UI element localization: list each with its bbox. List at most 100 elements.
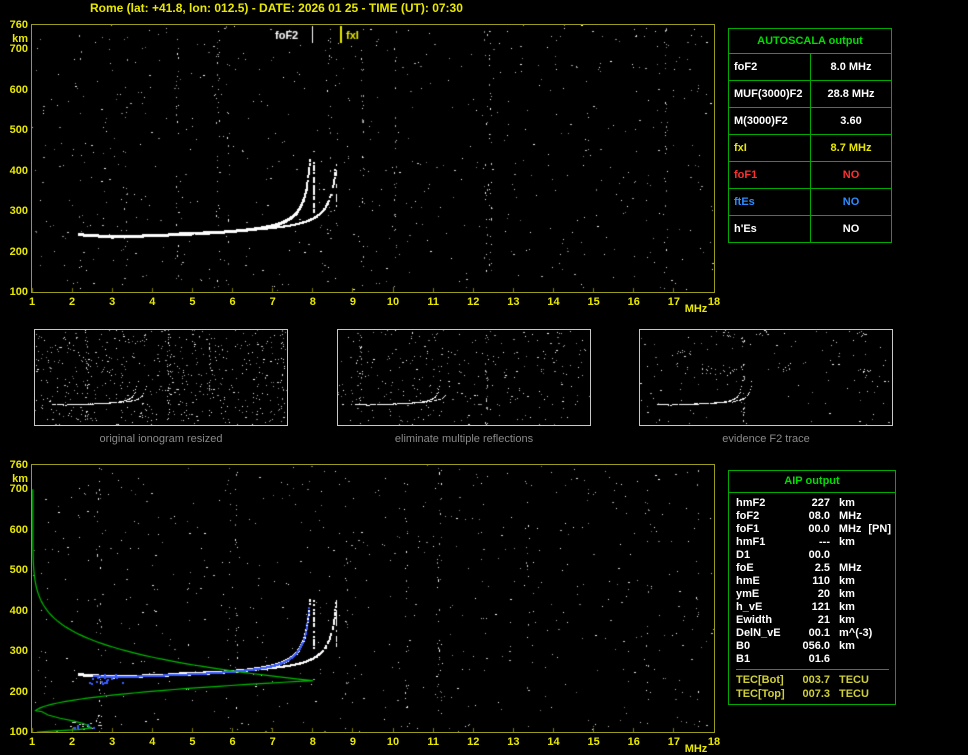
table-row: hmE 110 km — [736, 575, 891, 588]
x-axis-tick-label: 13 — [507, 296, 520, 308]
aip-value-hmF1: --- — [819, 536, 830, 548]
x-axis-tick-label: 13 — [507, 736, 520, 748]
table-row: MUF(3000)F2 28.8 MHz — [729, 81, 891, 108]
y-axis-tick-label: 760 — [9, 19, 28, 31]
ionogram-plot-top — [31, 24, 715, 293]
x-axis-tick-label: 11 — [427, 296, 439, 308]
aip-label-ymE: ymE — [736, 588, 760, 600]
aip-label-D1: D1 — [736, 549, 751, 561]
table-row: hmF2 227 km — [736, 497, 891, 510]
aip-label-DelN_vE: DelN_vE — [736, 627, 781, 639]
aip-value-ymE: 20 — [817, 588, 830, 600]
table-row: ymE 20 km — [736, 588, 891, 601]
table-row: foF1 00.0 MHz [PN] — [736, 523, 891, 536]
param-value-foF1: NO — [842, 169, 860, 181]
table-row: TEC[Top] 007.3 TECU — [736, 687, 891, 701]
table-row: h'Es NO — [729, 216, 891, 242]
x-axis-tick-label: 8 — [309, 736, 316, 748]
x-axis-tick-label: 15 — [587, 736, 600, 748]
thumbnail-caption-reflections: eliminate multiple reflections — [394, 433, 534, 445]
aip-label-foE: foE — [736, 562, 754, 574]
y-axis-tick-label: 500 — [9, 124, 28, 137]
param-value-m3000f2: 3.60 — [840, 115, 862, 127]
table-row: ftEs NO — [729, 189, 891, 216]
x-axis-tick-label: 7 — [269, 296, 276, 308]
y-axis-tick-label: 200 — [9, 685, 28, 698]
x-axis-tick-label: 6 — [229, 296, 236, 308]
aip-value-foF1: 00.0 — [808, 523, 830, 535]
aip-value-tec-bot: 003.7 — [802, 674, 830, 686]
aip-label-hmE: hmE — [736, 575, 760, 587]
aip-note-foF1: [PN] — [868, 523, 891, 535]
thumbnail-canvas-original — [35, 330, 287, 425]
table-row: hmF1 --- km — [736, 536, 891, 549]
table-row: h_vE 121 km — [736, 601, 891, 614]
aip-label-tec-bot: TEC[Bot] — [736, 674, 784, 686]
table-row: B1 01.6 — [736, 653, 891, 666]
x-axis-tick-label: 11 — [427, 736, 439, 748]
autoscala-table-title: AUTOSCALA output — [729, 29, 891, 54]
y-axis-tick-label: 700 — [9, 43, 28, 56]
x-axis-tick-label: 4 — [149, 296, 156, 308]
thumbnail-caption-evidence: evidence F2 trace — [722, 433, 810, 445]
param-label-foF2: foF2 — [729, 54, 811, 80]
x-axis-tick-label: 14 — [547, 736, 560, 748]
x-axis-tick-label: 3 — [109, 296, 116, 308]
x-axis-tick-label: 10 — [386, 736, 400, 748]
ionogram-canvas-top — [32, 25, 714, 292]
x-axis-tick-label: 2 — [69, 736, 76, 748]
param-label-muf3000f2: MUF(3000)F2 — [729, 81, 811, 107]
aip-label-hmF1: hmF1 — [736, 536, 766, 548]
aip-label-hmF2: hmF2 — [736, 497, 766, 509]
table-row: Ewidth 21 km — [736, 614, 891, 627]
table-row: foE 2.5 MHz — [736, 562, 891, 575]
y-axis-tick-label: 700 — [9, 483, 28, 496]
thumbnail-eliminate-reflections — [337, 329, 591, 426]
table-row: foF2 8.0 MHz — [729, 54, 891, 81]
table-row: DelN_vE 00.1 m^(-3) — [736, 627, 891, 640]
param-value-fxI: 8.7 MHz — [830, 142, 872, 154]
table-row: TEC[Bot] 003.7 TECU — [736, 673, 891, 687]
param-value-ftEs: NO — [842, 196, 860, 208]
x-axis-tick-label: 1 — [28, 296, 36, 308]
table-row: M(3000)F2 3.60 — [729, 108, 891, 135]
aip-unit-B0: km — [839, 640, 855, 652]
aip-value-foF2: 08.0 — [808, 510, 830, 522]
aip-label-tec-top: TEC[Top] — [736, 688, 785, 700]
x-axis-tick-label: 3 — [109, 736, 116, 748]
param-value-muf3000f2: 28.8 MHz — [827, 88, 875, 100]
x-axis-tick-label: 16 — [627, 296, 640, 308]
y-axis-tick-label: 300 — [9, 205, 28, 218]
y-axis-unit-label: km — [12, 33, 28, 45]
x-axis-unit-label: MHz — [684, 303, 708, 315]
aip-unit-h_vE: km — [839, 601, 855, 613]
x-axis-tick-label: 10 — [386, 296, 400, 308]
y-axis-tick-label: 760 — [9, 459, 28, 471]
param-value-hEs: NO — [842, 223, 860, 235]
thumbnail-canvas-reflections — [338, 330, 590, 425]
aip-value-tec-top: 007.3 — [802, 688, 830, 700]
y-axis-tick-label: 500 — [9, 564, 28, 577]
aip-unit-hmE: km — [839, 575, 855, 587]
aip-unit-tec-bot: TECU — [839, 674, 869, 686]
param-label-foF1: foF1 — [729, 162, 811, 188]
aip-value-Ewidth: 21 — [817, 614, 830, 626]
table-row: foF1 NO — [729, 162, 891, 189]
aip-value-foE: 2.5 — [814, 562, 830, 574]
aip-label-B1: B1 — [736, 653, 751, 665]
aip-value-D1: 00.0 — [808, 549, 830, 561]
aip-label-h_vE: h_vE — [736, 601, 763, 613]
y-axis-tick-label: 400 — [9, 604, 28, 617]
x-axis-unit-label: MHz — [684, 743, 708, 755]
ionogram-plot-bottom — [31, 464, 715, 733]
aip-unit-foE: MHz — [839, 562, 862, 574]
table-row: D1 00.0 — [736, 549, 891, 562]
aip-value-hmE: 110 — [812, 575, 830, 587]
y-axis-tick-label: 600 — [9, 523, 28, 536]
x-axis-tick-label: 7 — [269, 736, 276, 748]
x-axis-tick-label: 1 — [28, 736, 36, 748]
page-title: Rome (lat: +41.8, lon: 012.5) - DATE: 20… — [90, 1, 463, 15]
param-label-ftEs: ftEs — [729, 189, 811, 215]
aip-value-DelN_vE: 00.1 — [808, 627, 830, 639]
x-axis-tick-label: 2 — [69, 296, 76, 308]
